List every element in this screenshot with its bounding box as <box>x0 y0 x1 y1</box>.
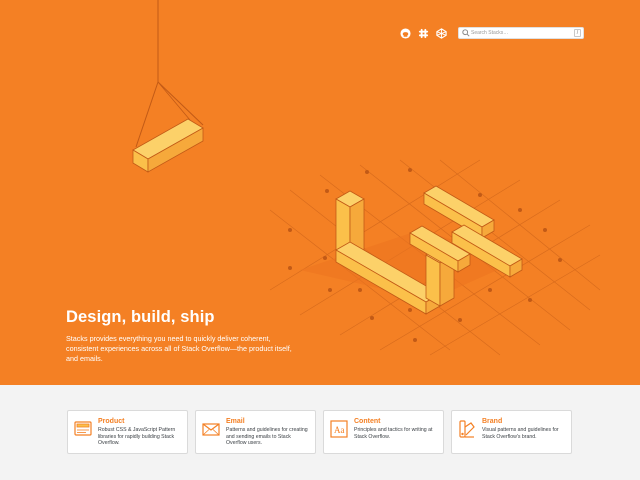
card-content[interactable]: Aa Content Principles and tactics for wr… <box>323 410 444 454</box>
card-email[interactable]: Email Patterns and guidelines for creati… <box>195 410 316 454</box>
search-icon <box>462 29 470 37</box>
hero-text: Design, build, ship Stacks provides ever… <box>66 308 296 364</box>
card-description: Robust CSS & JavaScript Pattern librarie… <box>98 427 176 446</box>
slack-icon[interactable] <box>416 26 430 40</box>
hero-description: Stacks provides everything you need to q… <box>66 334 292 363</box>
github-icon[interactable] <box>398 26 412 40</box>
card-description: Patterns and guidelines for creating and… <box>226 427 308 446</box>
card-description: Visual patterns and guidelines for Stack… <box>482 427 559 440</box>
card-title: Product <box>98 418 125 425</box>
card-brand[interactable]: Brand Visual patterns and guidelines for… <box>451 410 572 454</box>
search-input[interactable] <box>471 28 571 38</box>
content-icon: Aa <box>330 420 348 438</box>
email-icon <box>202 423 220 436</box>
top-bar: / <box>398 26 584 40</box>
search-shortcut-key: / <box>574 29 581 37</box>
hero-title: Design, build, ship <box>66 308 215 326</box>
hero-section: / Design, build, ship Stacks provides ev… <box>0 0 640 385</box>
product-icon <box>74 421 92 436</box>
card-title: Email <box>226 418 245 425</box>
search-box[interactable]: / <box>458 27 584 39</box>
brand-icon <box>459 420 475 438</box>
card-description: Principles and tactics for writing at St… <box>354 427 433 440</box>
card-product[interactable]: Product Robust CSS & JavaScript Pattern … <box>67 410 188 454</box>
codepen-icon[interactable] <box>434 26 448 40</box>
svg-text:Aa: Aa <box>334 425 345 435</box>
card-title: Brand <box>482 418 503 425</box>
section-cards: Product Robust CSS & JavaScript Pattern … <box>67 410 579 454</box>
card-title: Content <box>354 418 381 425</box>
